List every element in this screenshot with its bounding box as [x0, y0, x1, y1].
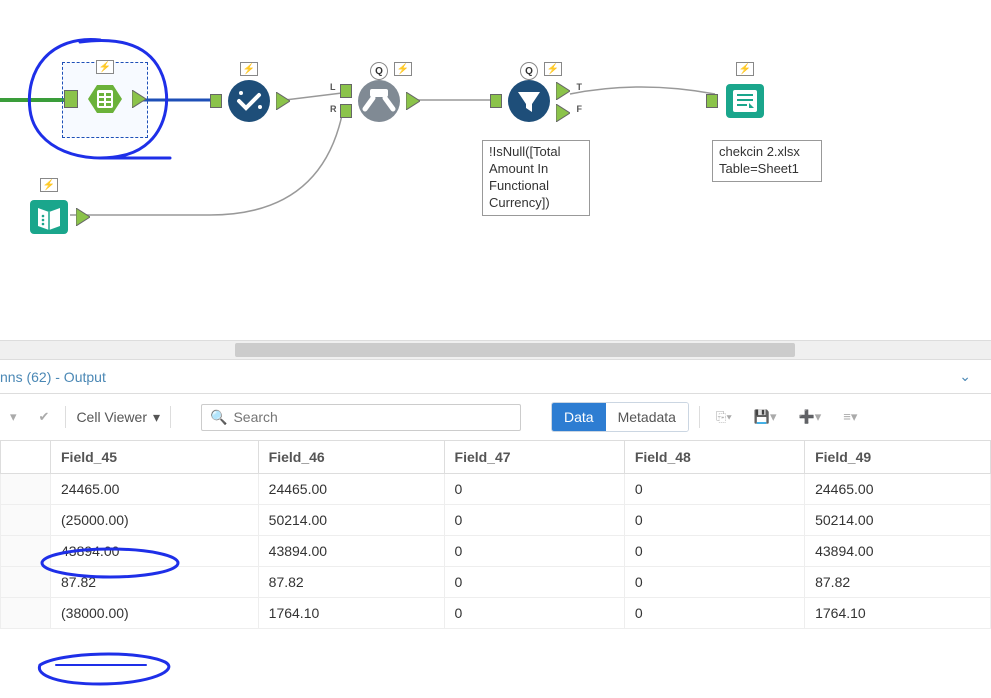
table-cell[interactable]: 24465.00 [258, 474, 444, 505]
input-data-tool[interactable]: ⚡ [78, 72, 132, 126]
l-anchor[interactable] [340, 84, 352, 98]
table-cell[interactable]: 0 [444, 536, 624, 567]
col-header[interactable]: Field_49 [805, 441, 991, 474]
list-icon[interactable]: ≡▾ [837, 406, 863, 428]
search-icon: 🔍 [210, 409, 227, 426]
output-caption: chekcin 2.xlsx Table=Sheet1 [712, 140, 822, 182]
table-row[interactable]: 43894.0043894.000043894.00 [1, 536, 991, 567]
macro-input-tool[interactable]: ⚡ [22, 190, 76, 244]
output-anchor[interactable] [276, 92, 290, 110]
l-label: L [330, 82, 336, 92]
table-row[interactable]: 87.8287.820087.82 [1, 567, 991, 598]
lightning-icon: ⚡ [544, 62, 562, 76]
collapse-chevron-icon[interactable]: ⌄ [959, 368, 991, 385]
data-tab[interactable]: Data [552, 403, 606, 431]
table-cell[interactable]: 43894.00 [258, 536, 444, 567]
input-anchor[interactable] [490, 94, 502, 108]
col-header[interactable]: Field_48 [624, 441, 804, 474]
table-cell[interactable]: 0 [624, 536, 804, 567]
results-toolbar: ▾ ✔ Cell Viewer▾ 🔍 Data Metadata ⎘▾ 💾▾ ➕… [0, 393, 991, 440]
filter-tool[interactable]: Q ⚡ T F [502, 74, 556, 128]
table-row[interactable]: (38000.00)1764.10001764.10 [1, 598, 991, 629]
apply-check-icon[interactable]: ✔ [33, 406, 56, 428]
search-input[interactable] [233, 409, 512, 425]
lightning-icon: ⚡ [96, 60, 114, 74]
results-table[interactable]: Field_45 Field_46 Field_47 Field_48 Fiel… [0, 440, 991, 629]
metadata-tab[interactable]: Metadata [606, 403, 688, 431]
col-header[interactable]: Field_47 [444, 441, 624, 474]
lightning-icon: ⚡ [394, 62, 412, 76]
col-header[interactable]: Field_45 [51, 441, 259, 474]
workflow-canvas[interactable]: ⚡ ⚡ ⚡ Q ⚡ [0, 0, 991, 340]
r-anchor[interactable] [340, 104, 352, 118]
table-cell[interactable]: (38000.00) [51, 598, 259, 629]
output-anchor[interactable] [132, 90, 146, 108]
table-row[interactable]: 24465.0024465.000024465.00 [1, 474, 991, 505]
add-icon[interactable]: ➕▾ [793, 406, 828, 428]
lightning-icon: ⚡ [40, 178, 58, 192]
output-anchor[interactable] [76, 208, 90, 226]
table-cell[interactable]: 87.82 [258, 567, 444, 598]
table-cell[interactable]: 0 [444, 598, 624, 629]
table-cell[interactable]: 1764.10 [258, 598, 444, 629]
filter-caption: !IsNull([Total Amount In Functional Curr… [482, 140, 590, 216]
f-label: F [577, 104, 583, 114]
table-cell[interactable]: (25000.00) [51, 505, 259, 536]
table-header-row: Field_45 Field_46 Field_47 Field_48 Fiel… [1, 441, 991, 474]
table-cell[interactable]: 50214.00 [258, 505, 444, 536]
table-cell[interactable]: 87.82 [805, 567, 991, 598]
table-cell[interactable]: 1764.10 [805, 598, 991, 629]
copy-icon[interactable]: ⎘▾ [710, 406, 738, 428]
col-header[interactable]: Field_46 [258, 441, 444, 474]
table-cell[interactable]: 0 [444, 474, 624, 505]
join-tool[interactable]: Q ⚡ L R [352, 74, 406, 128]
input-anchor[interactable] [64, 90, 78, 108]
q-badge: Q [370, 62, 388, 80]
table-cell[interactable]: 0 [624, 598, 804, 629]
table-cell[interactable]: 87.82 [51, 567, 259, 598]
output-anchor[interactable] [406, 92, 420, 110]
f-anchor[interactable] [556, 104, 570, 122]
table-cell[interactable]: 24465.00 [805, 474, 991, 505]
t-anchor[interactable] [556, 82, 570, 100]
save-icon[interactable]: 💾▾ [748, 406, 783, 428]
output-tool[interactable]: ⚡ [718, 74, 772, 128]
table-cell[interactable]: 0 [624, 505, 804, 536]
lightning-icon: ⚡ [240, 62, 258, 76]
table-cell[interactable]: 50214.00 [805, 505, 991, 536]
cell-viewer-dropdown[interactable]: Cell Viewer▾ [76, 409, 160, 426]
table-cell[interactable]: 43894.00 [805, 536, 991, 567]
canvas-scrollbar[interactable] [0, 340, 991, 360]
cell-viewer-label: Cell Viewer [76, 409, 147, 425]
table-cell[interactable]: 43894.00 [51, 536, 259, 567]
input-anchor[interactable] [706, 94, 718, 108]
user-annotation-oval-2 [30, 650, 190, 693]
lightning-icon: ⚡ [736, 62, 754, 76]
select-tool[interactable]: ⚡ [222, 74, 276, 128]
table-row[interactable]: (25000.00)50214.000050214.00 [1, 505, 991, 536]
table-cell[interactable]: 0 [444, 567, 624, 598]
table-cell[interactable]: 24465.00 [51, 474, 259, 505]
table-cell[interactable]: 0 [624, 474, 804, 505]
input-anchor[interactable] [210, 94, 222, 108]
q-badge: Q [520, 62, 538, 80]
r-label: R [330, 104, 337, 114]
t-label: T [577, 82, 583, 92]
table-cell[interactable]: 0 [444, 505, 624, 536]
table-cell[interactable]: 0 [624, 567, 804, 598]
search-input-wrapper[interactable]: 🔍 [201, 404, 521, 431]
scrollbar-thumb[interactable] [235, 343, 795, 357]
results-title: nns (62) - Output [0, 369, 106, 385]
dropdown-button[interactable]: ▾ [4, 406, 23, 428]
data-metadata-toggle[interactable]: Data Metadata [551, 402, 689, 432]
user-annotation-strike [56, 658, 156, 673]
